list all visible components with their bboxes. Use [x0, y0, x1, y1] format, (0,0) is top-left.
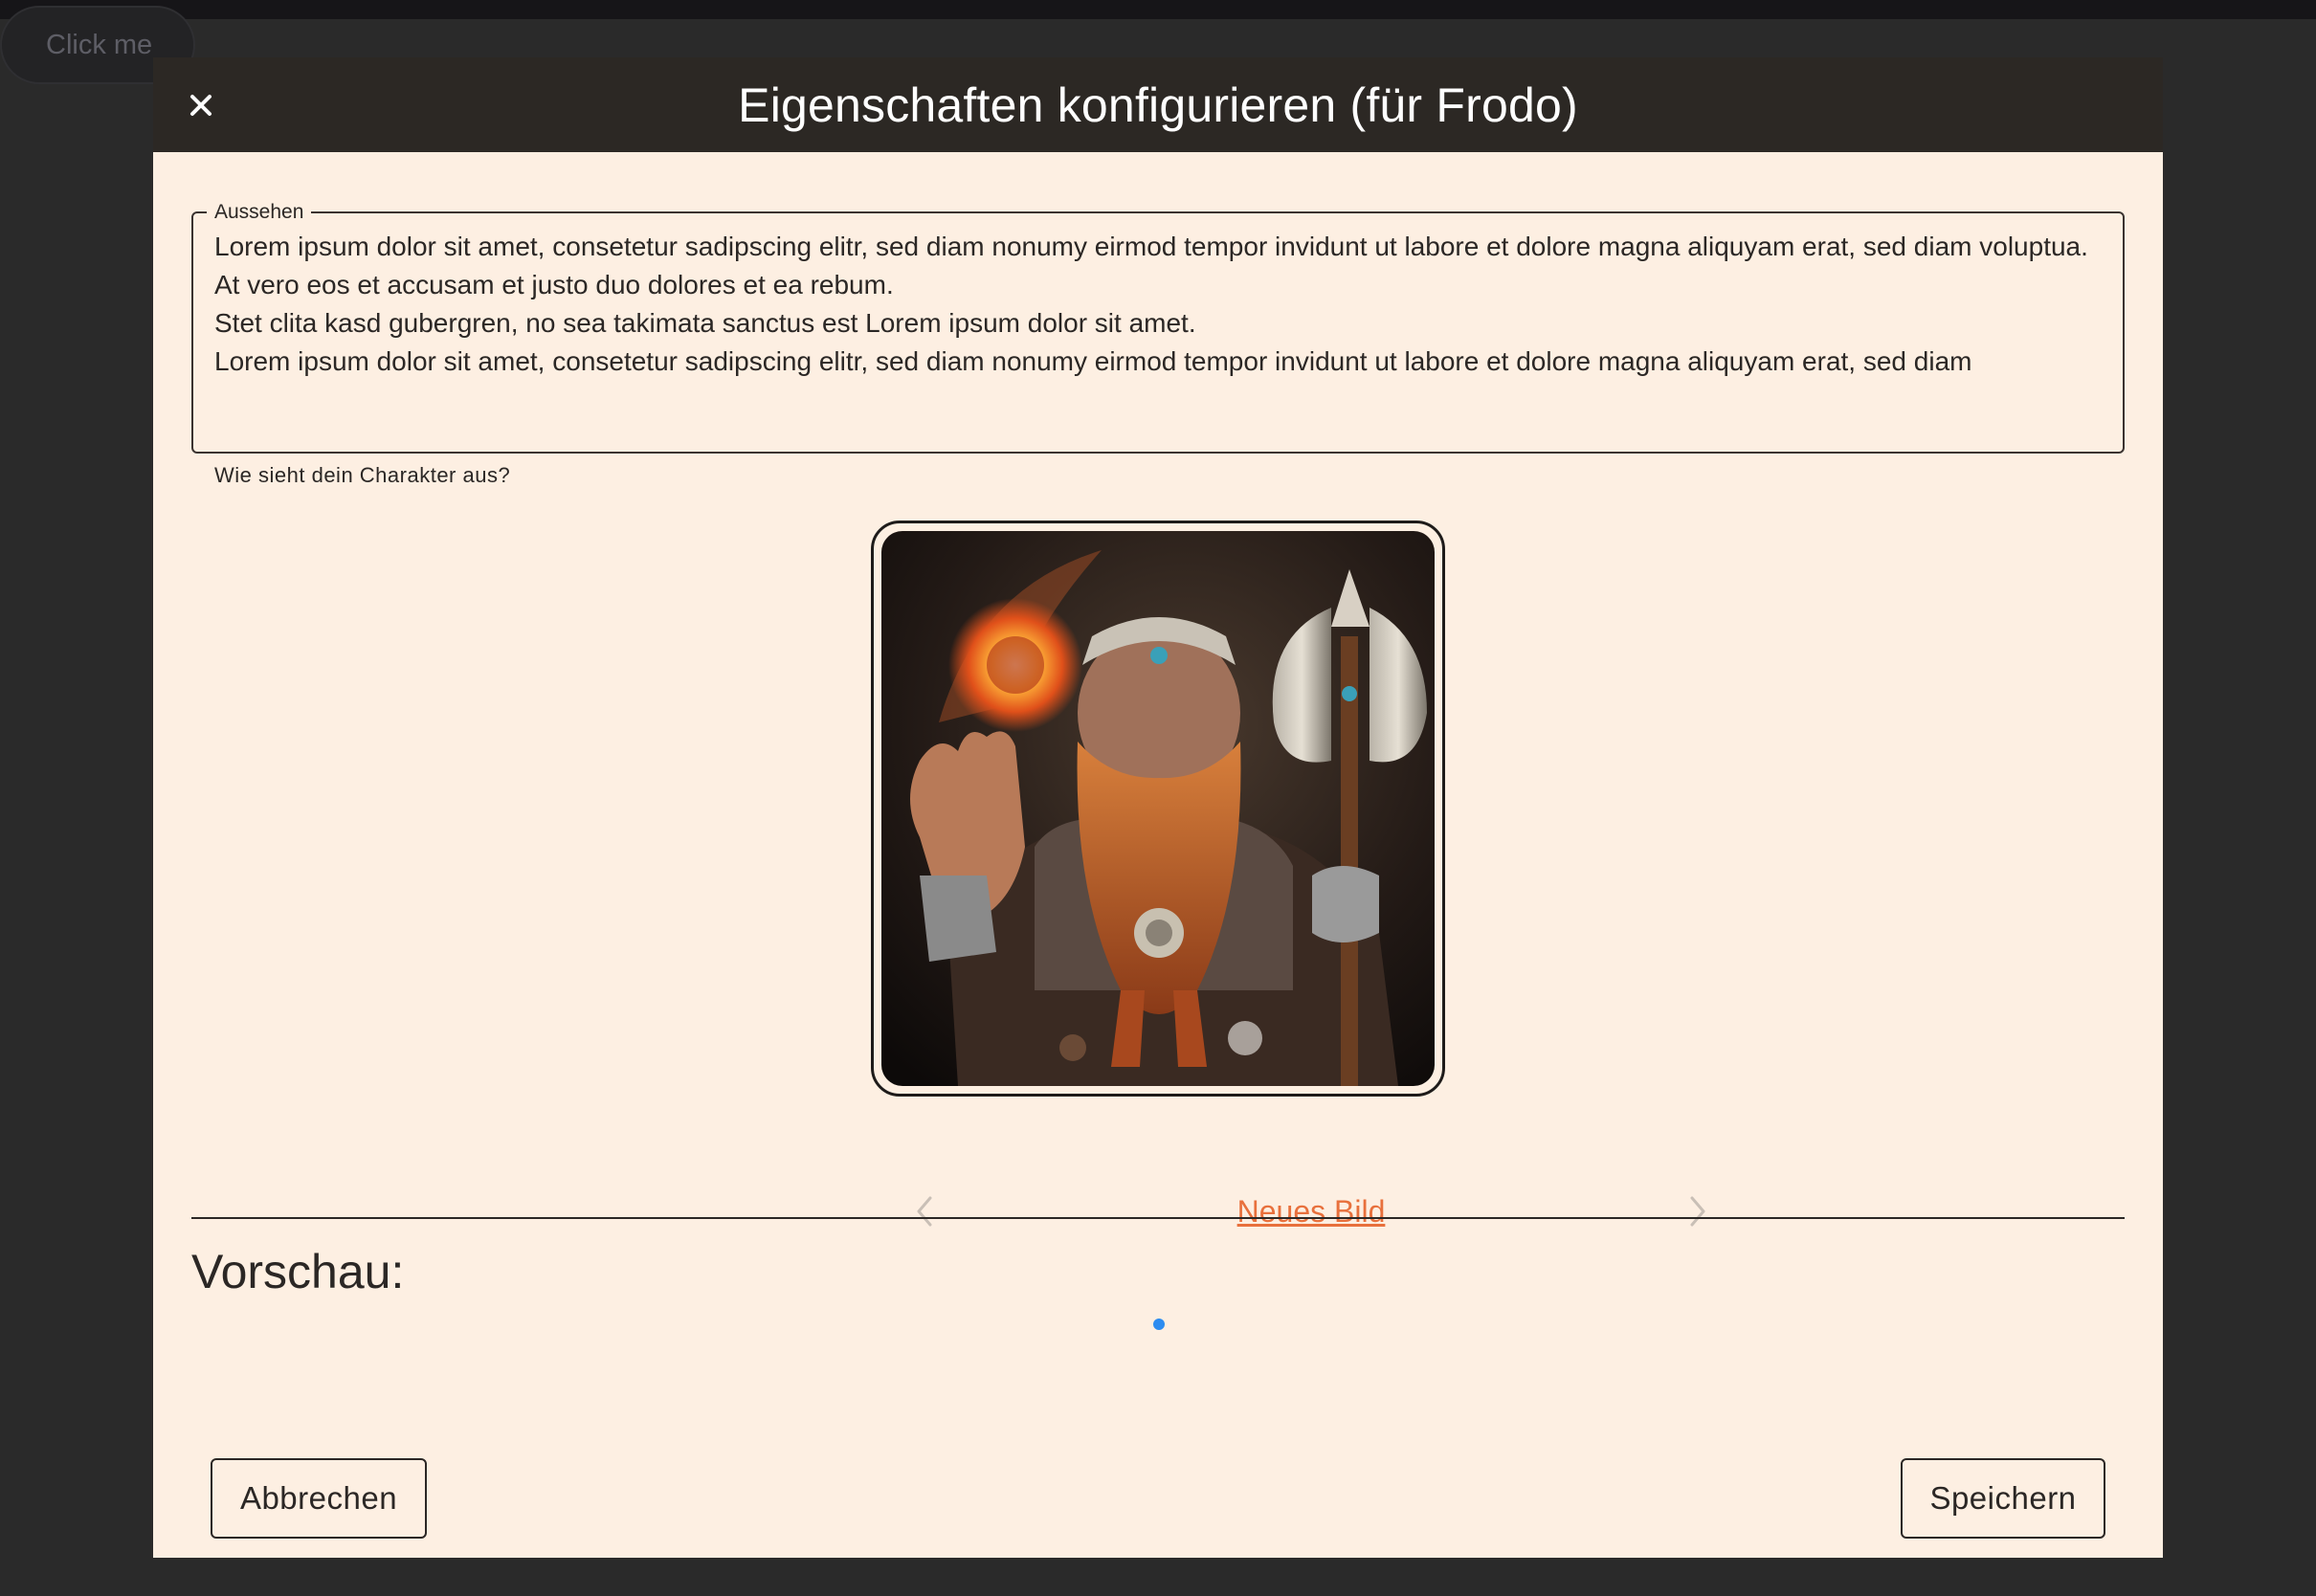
- close-icon: [190, 95, 212, 116]
- previous-image-button[interactable]: [905, 1192, 944, 1230]
- dialog-header: Eigenschaften konfigurieren (für Frodo): [153, 57, 2163, 152]
- appearance-fieldset: Aussehen: [191, 201, 2125, 454]
- character-image: [881, 531, 1435, 1086]
- configure-properties-dialog: Eigenschaften konfigurieren (für Frodo) …: [153, 57, 2163, 1558]
- dialog-title: Eigenschaften konfigurieren (für Frodo): [738, 78, 1578, 132]
- character-image-frame: [871, 521, 1445, 1097]
- preview-heading: Vorschau:: [191, 1245, 405, 1298]
- save-button[interactable]: Speichern: [1901, 1458, 2105, 1539]
- close-button[interactable]: [178, 82, 224, 128]
- appearance-textarea[interactable]: [214, 224, 2102, 440]
- loading-indicator: [1153, 1319, 1165, 1330]
- new-image-link[interactable]: Neues Bild: [1158, 1194, 1464, 1230]
- cancel-button[interactable]: Abbrechen: [211, 1458, 427, 1539]
- appearance-label: Aussehen: [214, 201, 304, 223]
- top-bar: [0, 0, 2316, 19]
- appearance-helper-text: Wie sieht dein Charakter aus?: [214, 463, 511, 487]
- section-divider: [191, 1217, 2125, 1219]
- chevron-right-icon: [1690, 1196, 1705, 1227]
- next-image-button[interactable]: [1679, 1192, 1717, 1230]
- chevron-left-icon: [917, 1196, 932, 1227]
